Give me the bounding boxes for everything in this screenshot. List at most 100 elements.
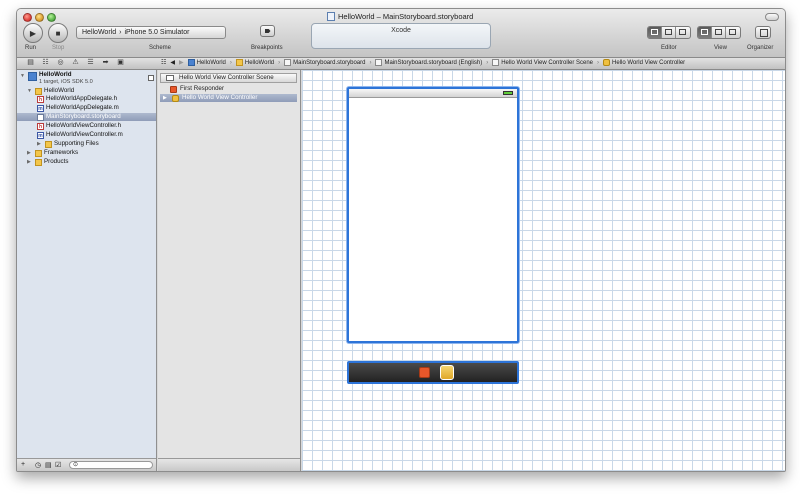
simulated-status-bar (349, 89, 517, 98)
outline-row-view-controller[interactable]: ▶ Hello World View Controller (160, 94, 297, 102)
header-file-icon: h (37, 95, 44, 103)
minimize-button[interactable] (35, 13, 44, 22)
navigator-filter-input[interactable]: ⊙ (69, 461, 153, 469)
scheme-popup[interactable]: HelloWorld › iPhone 5.0 Simulator (76, 26, 226, 39)
disclosure-triangle-icon[interactable]: ▼ (20, 72, 26, 80)
file-row[interactable]: m HelloWorldViewController.m (37, 131, 123, 139)
organizer-label: Organizer (747, 45, 774, 51)
storyboard-file-icon (375, 59, 383, 66)
recent-files-icon[interactable]: ◷ (35, 461, 41, 469)
file-row[interactable]: h HelloWorldViewController.h (37, 122, 121, 130)
jump-separator: › (278, 59, 281, 66)
add-target-icon[interactable] (148, 75, 154, 81)
folder-icon (35, 149, 42, 157)
view-controller-icon[interactable] (440, 365, 454, 380)
breakpoint-icon (264, 29, 271, 33)
organizer-button[interactable] (755, 26, 771, 39)
view-controller-scene[interactable] (347, 87, 519, 343)
view-controller-icon (172, 94, 179, 102)
jump-item-file[interactable]: MainStoryboard.storyboard (284, 59, 365, 66)
folder-icon (35, 87, 42, 95)
jump-item-project[interactable]: HelloWorld (187, 59, 226, 67)
symbol-navigator-icon[interactable]: ☷ (42, 59, 49, 66)
document-outline: Hello World View Controller Scene First … (158, 70, 301, 471)
scene-dock[interactable] (347, 361, 519, 384)
disclosure-triangle-icon[interactable]: ▶ (27, 158, 33, 166)
version-editor-icon[interactable] (676, 27, 690, 38)
stop-button[interactable]: ■ (48, 23, 68, 43)
xcode-window: HelloWorld – MainStoryboard.storyboard ▶… (16, 8, 786, 472)
add-icon[interactable]: + (21, 461, 25, 468)
debug-navigator-icon[interactable]: ☰ (87, 59, 94, 66)
debug-area-toggle-icon[interactable] (712, 27, 726, 38)
log-navigator-icon[interactable]: ▣ (117, 59, 124, 66)
jump-item-controller[interactable]: Hello World View Controller (603, 59, 685, 66)
jump-item-scene[interactable]: Hello World View Controller Scene (492, 59, 593, 66)
search-icon: ⊙ (73, 462, 79, 468)
forward-arrow-icon[interactable]: ▶ (179, 59, 184, 66)
header-file-icon: h (37, 122, 44, 130)
file-row-selected[interactable]: MainStoryboard.storyboard (17, 113, 156, 121)
file-row[interactable]: m HelloWorldAppDelegate.m (37, 104, 119, 112)
project-text: HelloWorld 1 target, iOS SDK 5.0 (39, 71, 93, 85)
jump-item-label: Hello World View Controller Scene (501, 60, 594, 67)
file-name: HelloWorldAppDelegate.m (46, 104, 119, 111)
related-files-icon[interactable]: ☷ (161, 59, 166, 66)
file-name: HelloWorldViewController.h (46, 122, 122, 129)
disclosure-triangle-icon[interactable]: ▶ (163, 94, 169, 102)
unsaved-files-icon[interactable]: ☑ (55, 461, 61, 469)
view-controller-icon (603, 59, 611, 66)
breakpoints-button[interactable] (260, 25, 275, 37)
scene-header[interactable]: Hello World View Controller Scene (160, 73, 297, 83)
utilities-toggle-icon[interactable] (726, 27, 740, 38)
project-icon (28, 72, 37, 81)
view-segmented-control[interactable] (697, 26, 741, 39)
standard-editor-icon[interactable] (648, 27, 662, 38)
navigator-and-jump-bar: ▤ ☷ ◎ ⚠ ☰ ➡ ▣ ☷ ◀ ▶ HelloWorld › HelloWo… (17, 58, 785, 70)
issue-navigator-icon[interactable]: ⚠ (72, 59, 79, 66)
group-row-products[interactable]: ▶ Products (27, 158, 68, 166)
project-root-row[interactable]: ▼ HelloWorld 1 target, iOS SDK 5.0 (20, 71, 93, 86)
first-responder-icon[interactable] (419, 367, 430, 378)
chevron-right-icon: › (119, 29, 122, 36)
close-button[interactable] (23, 13, 32, 22)
group-row-supporting-files[interactable]: ▶ Supporting Files (37, 140, 99, 148)
jump-item-group[interactable]: HelloWorld (235, 59, 274, 66)
disclosure-triangle-icon[interactable]: ▼ (27, 87, 33, 95)
jump-item-label: HelloWorld (196, 60, 226, 67)
group-name: Supporting Files (54, 140, 99, 147)
file-row[interactable]: h HelloWorldAppDelegate.h (37, 95, 117, 103)
group-row-helloworld[interactable]: ▼ HelloWorld (27, 87, 74, 95)
back-arrow-icon[interactable]: ◀ (170, 59, 175, 66)
file-name: HelloWorldAppDelegate.h (46, 95, 118, 102)
project-navigator-icon[interactable]: ▤ (27, 59, 34, 66)
jump-separator: › (229, 59, 232, 66)
jump-item-localization[interactable]: MainStoryboard.storyboard (English) (375, 59, 482, 66)
assistant-editor-icon[interactable] (662, 27, 676, 38)
disclosure-triangle-icon[interactable]: ▶ (27, 149, 33, 157)
storyboard-file-icon (284, 59, 292, 66)
window-title-text: HelloWorld – MainStoryboard.storyboard (338, 12, 474, 21)
file-name: MainStoryboard.storyboard (46, 113, 121, 120)
outline-label: First Responder (180, 85, 225, 92)
scene-icon (166, 75, 174, 81)
run-button[interactable]: ▶ (23, 23, 43, 43)
activity-text: Xcode (391, 27, 411, 34)
activity-viewer: Xcode (311, 23, 491, 49)
disclosure-triangle-icon[interactable]: ▶ (37, 140, 43, 148)
storyboard-canvas[interactable] (302, 70, 785, 471)
project-icon (187, 59, 195, 66)
navigator-toggle-icon[interactable] (698, 27, 712, 38)
project-navigator: ▼ HelloWorld 1 target, iOS SDK 5.0 ▼ Hel… (17, 70, 157, 471)
view-label: View (714, 45, 727, 51)
battery-icon (503, 91, 513, 95)
source-control-icon[interactable]: ▤ (45, 461, 52, 469)
search-navigator-icon[interactable]: ◎ (57, 59, 64, 66)
outline-row-first-responder[interactable]: First Responder (160, 85, 297, 93)
toolbar-toggle-button[interactable] (765, 13, 779, 21)
editor-segmented-control[interactable] (647, 26, 691, 39)
zoom-button[interactable] (47, 13, 56, 22)
breakpoint-navigator-icon[interactable]: ➡ (102, 59, 109, 66)
group-row-frameworks[interactable]: ▶ Frameworks (27, 149, 78, 157)
jump-separator: › (597, 59, 600, 66)
